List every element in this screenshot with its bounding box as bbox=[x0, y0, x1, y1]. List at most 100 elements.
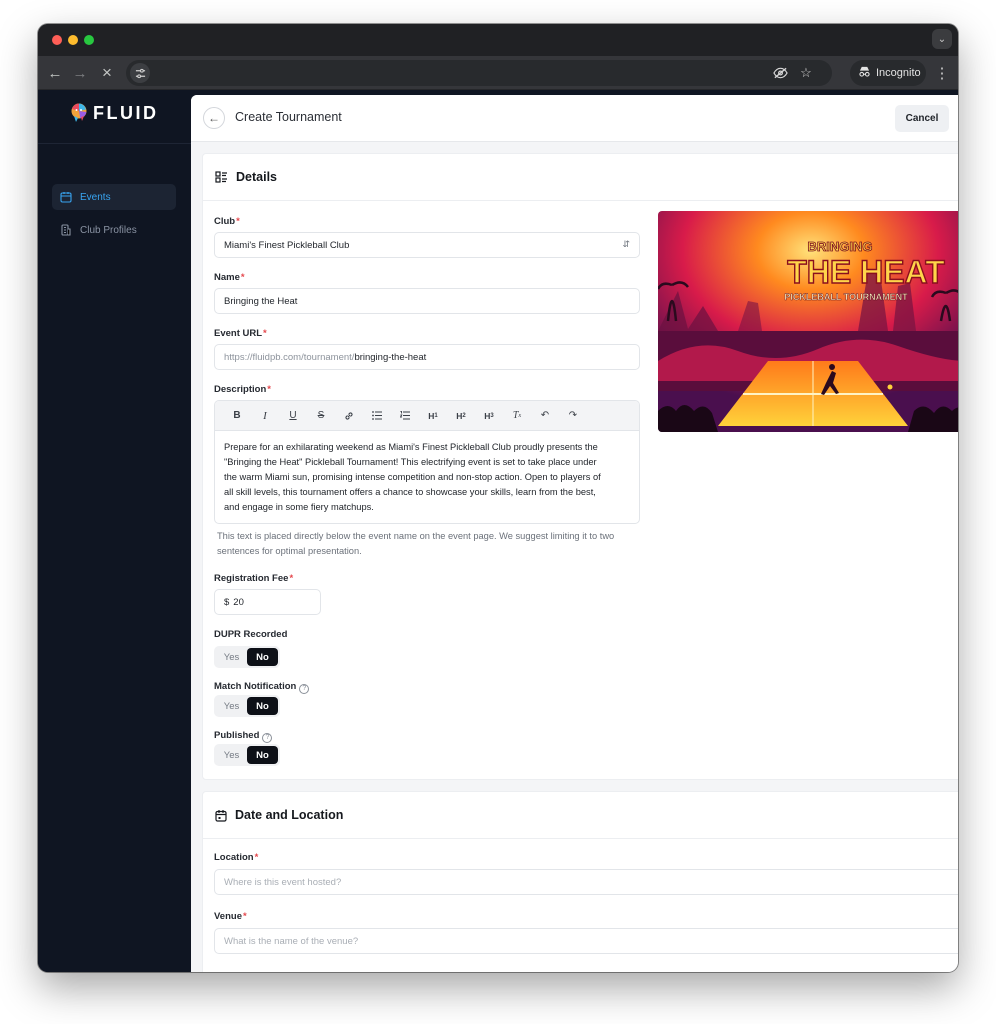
redo-icon[interactable]: ↷ bbox=[559, 406, 587, 426]
heading-3-icon[interactable]: H3 bbox=[475, 406, 503, 426]
strikethrough-icon[interactable]: S bbox=[307, 406, 335, 426]
link-icon[interactable] bbox=[335, 406, 363, 426]
calendar-icon bbox=[215, 809, 227, 822]
description-editor[interactable]: B I U S H1 H2 H3 Tx ↶ ↷ Prepare for an e… bbox=[214, 400, 640, 524]
clear-format-icon[interactable]: Tx bbox=[503, 406, 531, 426]
match-notification-no-option[interactable]: No bbox=[247, 697, 278, 715]
fluid-logo-icon bbox=[70, 103, 88, 123]
tab-search-icon[interactable]: ⌄ bbox=[932, 29, 952, 49]
stop-loading-icon[interactable]: × bbox=[96, 62, 118, 84]
dupr-no-option[interactable]: No bbox=[247, 648, 278, 666]
event-url-prefix: https://fluidpb.com/tournament/ bbox=[224, 351, 355, 363]
incognito-badge[interactable]: Incognito bbox=[850, 60, 926, 86]
sidebar-item-label: Club Profiles bbox=[80, 224, 137, 236]
match-notification-label: Match Notification? bbox=[214, 681, 310, 694]
back-icon[interactable]: ← bbox=[44, 62, 66, 84]
description-line: and engage in some fiery matchups. bbox=[224, 502, 374, 512]
description-line: all skill levels, this tournament offers… bbox=[224, 487, 596, 497]
bullet-list-icon[interactable] bbox=[363, 406, 391, 426]
description-label: Description* bbox=[214, 384, 271, 395]
info-icon[interactable]: ? bbox=[299, 684, 310, 694]
italic-icon[interactable]: I bbox=[251, 406, 279, 426]
incognito-icon bbox=[858, 66, 871, 80]
club-label: Club* bbox=[214, 216, 240, 227]
match-notification-toggle[interactable]: Yes No bbox=[214, 695, 280, 717]
location-input[interactable]: Where is this event hosted? bbox=[214, 869, 958, 895]
club-select-value: Miami's Finest Pickleball Club bbox=[224, 239, 350, 251]
main-content: ← Create Tournament Cancel Details Club*… bbox=[191, 95, 958, 972]
currency-symbol: $ bbox=[224, 596, 230, 608]
details-heading: Details bbox=[203, 154, 958, 201]
banner-text-line2: THE HEAT bbox=[787, 254, 945, 290]
fluid-logo[interactable]: FLUID bbox=[70, 101, 159, 125]
sidebar: FLUID Events Club Profiles bbox=[38, 91, 191, 972]
close-window-button[interactable] bbox=[52, 35, 62, 45]
published-label: Published? bbox=[214, 730, 273, 743]
venue-input[interactable]: What is the name of the venue? bbox=[214, 928, 958, 954]
helper-line: sentences for optimal presentation. bbox=[217, 545, 362, 556]
published-toggle[interactable]: Yes No bbox=[214, 744, 280, 766]
description-line: Prepare for an exhilarating weekend as M… bbox=[224, 442, 598, 452]
building-icon bbox=[61, 224, 71, 236]
heading-1-icon[interactable]: H1 bbox=[419, 406, 447, 426]
address-bar[interactable]: ☆ bbox=[126, 60, 832, 86]
match-notification-yes-option[interactable]: Yes bbox=[216, 697, 247, 715]
page-title: Create Tournament bbox=[235, 110, 342, 124]
club-select[interactable]: Miami's Finest Pickleball Club ⇵ bbox=[214, 232, 640, 258]
eye-off-icon[interactable] bbox=[772, 65, 788, 81]
forward-icon[interactable]: → bbox=[69, 62, 91, 84]
chevron-up-down-icon: ⇵ bbox=[622, 239, 630, 249]
site-settings-icon[interactable] bbox=[130, 63, 150, 83]
ordered-list-icon[interactable] bbox=[391, 406, 419, 426]
date-location-card: Date and Location Location* Where is thi… bbox=[202, 791, 958, 972]
published-yes-option[interactable]: Yes bbox=[216, 746, 247, 764]
fluid-logo-text: FLUID bbox=[93, 102, 159, 123]
description-helper-text: This text is placed directly below the e… bbox=[217, 529, 643, 558]
name-input[interactable]: Bringing the Heat bbox=[214, 288, 640, 314]
editor-toolbar: B I U S H1 H2 H3 Tx ↶ ↷ bbox=[215, 401, 639, 431]
event-banner-image[interactable]: BRINGING THE HEAT PICKLEBALL TOURNAMENT bbox=[658, 211, 958, 432]
maximize-window-button[interactable] bbox=[84, 35, 94, 45]
minimize-window-button[interactable] bbox=[68, 35, 78, 45]
calendar-icon bbox=[60, 192, 72, 203]
sidebar-item-events[interactable]: Events bbox=[52, 184, 176, 210]
venue-placeholder: What is the name of the venue? bbox=[224, 935, 359, 947]
registration-fee-input[interactable]: $ 20 bbox=[214, 589, 321, 615]
details-card: Details Club* Miami's Finest Pickleball … bbox=[202, 153, 958, 780]
banner-text-line1: BRINGING bbox=[808, 239, 873, 254]
dupr-yes-option[interactable]: Yes bbox=[216, 648, 247, 666]
title-bar: ⌄ bbox=[38, 24, 958, 56]
event-url-input[interactable]: https://fluidpb.com/tournament/ bringing… bbox=[214, 344, 640, 370]
description-text[interactable]: Prepare for an exhilarating weekend as M… bbox=[215, 431, 639, 515]
bookmark-star-icon[interactable]: ☆ bbox=[798, 65, 814, 81]
event-url-slug: bringing-the-heat bbox=[354, 351, 427, 363]
browser-window: ⌄ ← → × ☆ Incognito ⋮ FLUID Events Club … bbox=[38, 24, 958, 972]
banner-text-line3: PICKLEBALL TOURNAMENT bbox=[784, 292, 908, 302]
underline-icon[interactable]: U bbox=[279, 406, 307, 426]
name-label: Name* bbox=[214, 272, 245, 283]
browser-menu-icon[interactable]: ⋮ bbox=[935, 62, 950, 84]
sidebar-item-label: Events bbox=[80, 191, 111, 203]
date-location-heading: Date and Location bbox=[203, 792, 958, 839]
cancel-button[interactable]: Cancel bbox=[895, 105, 949, 132]
date-location-title: Date and Location bbox=[235, 808, 344, 822]
bold-icon[interactable]: B bbox=[223, 406, 251, 426]
heading-2-icon[interactable]: H2 bbox=[447, 406, 475, 426]
dupr-recorded-toggle[interactable]: Yes No bbox=[214, 646, 280, 668]
venue-label: Venue* bbox=[214, 911, 247, 922]
name-input-value: Bringing the Heat bbox=[224, 295, 298, 307]
description-line: the warm Miami sun, promising intense co… bbox=[224, 472, 601, 482]
dupr-recorded-label: DUPR Recorded bbox=[214, 629, 288, 640]
sidebar-divider bbox=[38, 143, 191, 144]
event-url-label: Event URL* bbox=[214, 328, 267, 339]
browser-toolbar: ← → × ☆ Incognito ⋮ bbox=[38, 56, 958, 90]
list-details-icon bbox=[215, 171, 227, 183]
info-icon[interactable]: ? bbox=[262, 733, 273, 743]
registration-fee-label: Registration Fee* bbox=[214, 573, 294, 584]
published-no-option[interactable]: No bbox=[247, 746, 278, 764]
undo-icon[interactable]: ↶ bbox=[531, 406, 559, 426]
sidebar-item-club-profiles[interactable]: Club Profiles bbox=[52, 217, 176, 243]
details-title: Details bbox=[236, 170, 277, 184]
registration-fee-value: 20 bbox=[233, 596, 244, 608]
back-button[interactable]: ← bbox=[203, 107, 225, 129]
